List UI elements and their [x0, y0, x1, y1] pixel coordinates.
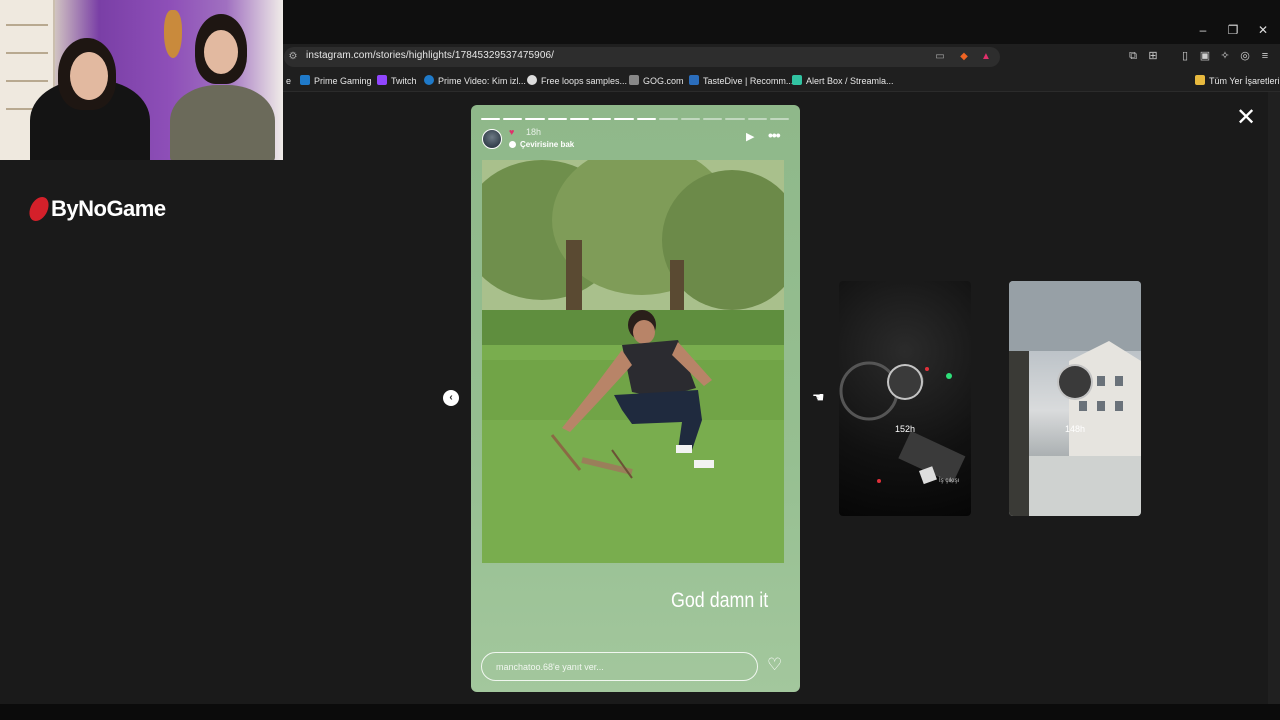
person-right [170, 85, 275, 160]
bynogame-logo-icon [26, 197, 52, 221]
close-window-button[interactable]: ✕ [1248, 20, 1278, 40]
menu-icon[interactable]: ≡ [1258, 49, 1272, 63]
sidebar-icon[interactable]: ▯ [1178, 49, 1192, 63]
prime-video-icon [424, 75, 434, 85]
guitar [164, 10, 182, 58]
story-caption: God damn it [671, 589, 769, 612]
person-left-face [70, 52, 108, 100]
next-story-1[interactable]: 152h İş çıkışı [839, 281, 971, 516]
progress-segment [658, 118, 678, 120]
bookmark-e[interactable]: e [286, 74, 291, 88]
bookmark-free-loops[interactable]: Free loops samples... [527, 74, 627, 88]
story-photo [482, 160, 784, 563]
next-story-1-time: 152h [894, 424, 916, 434]
minimize-button[interactable]: – [1188, 20, 1218, 40]
progress-segment [680, 118, 701, 120]
translate-link[interactable]: Çevirisine bak [509, 140, 574, 149]
progress-segment [592, 118, 612, 120]
next-story-2-avatar [1057, 364, 1093, 400]
next-story-2[interactable]: 148h [1009, 281, 1141, 516]
bookmark-prime-gaming[interactable]: Prime Gaming [300, 74, 372, 88]
progress-segment [747, 118, 767, 120]
progress-segment [769, 118, 790, 120]
bynogame-logo: ByNoGame [26, 196, 166, 226]
bookmark-alert-box[interactable]: Alert Box / Streamla... [792, 74, 894, 88]
streamlabs-icon [792, 75, 802, 85]
next-story-1-text: İş çıkışı [939, 478, 960, 484]
play-icon[interactable]: ▶ [746, 131, 758, 143]
url-field[interactable]: ⚙ instagram.com/stories/highlights/17845… [284, 47, 1000, 67]
leo-icon[interactable]: ✧ [1218, 49, 1232, 63]
bookmark-tastedive[interactable]: TasteDive | Recomm... [689, 74, 793, 88]
taskbar [0, 704, 1280, 720]
person-right-face [204, 30, 238, 74]
bookmark-prime-video[interactable]: Prime Video: Kim izl... [424, 74, 526, 88]
reply-placeholder: manchatoo.68'e yanıt ver... [496, 662, 604, 672]
progress-segment [547, 118, 567, 120]
more-icon[interactable]: ••• [768, 128, 784, 142]
prime-gaming-icon [300, 75, 310, 85]
next-story-1-avatar [887, 364, 923, 400]
progress-segment [481, 118, 501, 120]
brave-shield-icon[interactable]: ◆ [958, 51, 970, 63]
progress-segment [614, 118, 634, 120]
story-photo-scene [482, 160, 784, 563]
bookmarks-folder[interactable]: Tüm Yer İşaretleri [1195, 74, 1280, 88]
close-icon[interactable]: ✕ [1234, 106, 1258, 130]
bookmark-twitch[interactable]: Twitch [377, 74, 417, 88]
folder-icon [1195, 75, 1205, 85]
scrollbar[interactable] [1268, 92, 1280, 704]
url-text[interactable]: instagram.com/stories/highlights/1784532… [306, 50, 554, 61]
webcam-overlay [0, 0, 283, 160]
screen: – ❐ ✕ ⚙ instagram.com/stories/highlights… [0, 0, 1280, 720]
progress-segment [503, 118, 523, 120]
next-story-2-time: 148h [1064, 424, 1086, 434]
cast-icon[interactable]: ▭ [934, 51, 946, 63]
rewards-icon[interactable]: ▲ [980, 51, 992, 63]
reply-input[interactable]: manchatoo.68'e yanıt ver... [481, 652, 758, 681]
gog-icon [629, 75, 639, 85]
vpn-icon[interactable]: ◎ [1238, 49, 1252, 63]
progress-segment [725, 118, 745, 120]
heart-icon[interactable]: ♡ [767, 656, 785, 674]
story-card[interactable]: ♥ 18h Çevirisine bak ▶ ••• God damn it m… [471, 105, 800, 692]
avatar[interactable] [482, 129, 502, 149]
progress-segment [703, 118, 723, 120]
site-info-icon[interactable]: ⚙ [287, 51, 299, 63]
highlight-icon: ♥ [509, 127, 515, 137]
translate-icon[interactable]: ⊞ [1146, 49, 1160, 63]
maximize-button[interactable]: ❐ [1218, 20, 1248, 40]
story-time: 18h [526, 127, 542, 137]
bookmark-gog[interactable]: GOG.com [629, 74, 684, 88]
twitch-icon [377, 75, 387, 85]
wallet-icon[interactable]: ▣ [1198, 49, 1212, 63]
globe-icon [509, 141, 516, 148]
extensions-icon[interactable]: ⧉ [1126, 49, 1140, 63]
progress-segment [636, 118, 656, 120]
chevron-left-icon[interactable]: ‹ [443, 390, 459, 406]
progress-segment [569, 118, 590, 120]
progress-segment [525, 118, 545, 120]
story-progress [481, 118, 790, 120]
free-loops-icon [527, 75, 537, 85]
hand-cursor-icon: ☚ [812, 389, 825, 405]
tastedive-icon [689, 75, 699, 85]
